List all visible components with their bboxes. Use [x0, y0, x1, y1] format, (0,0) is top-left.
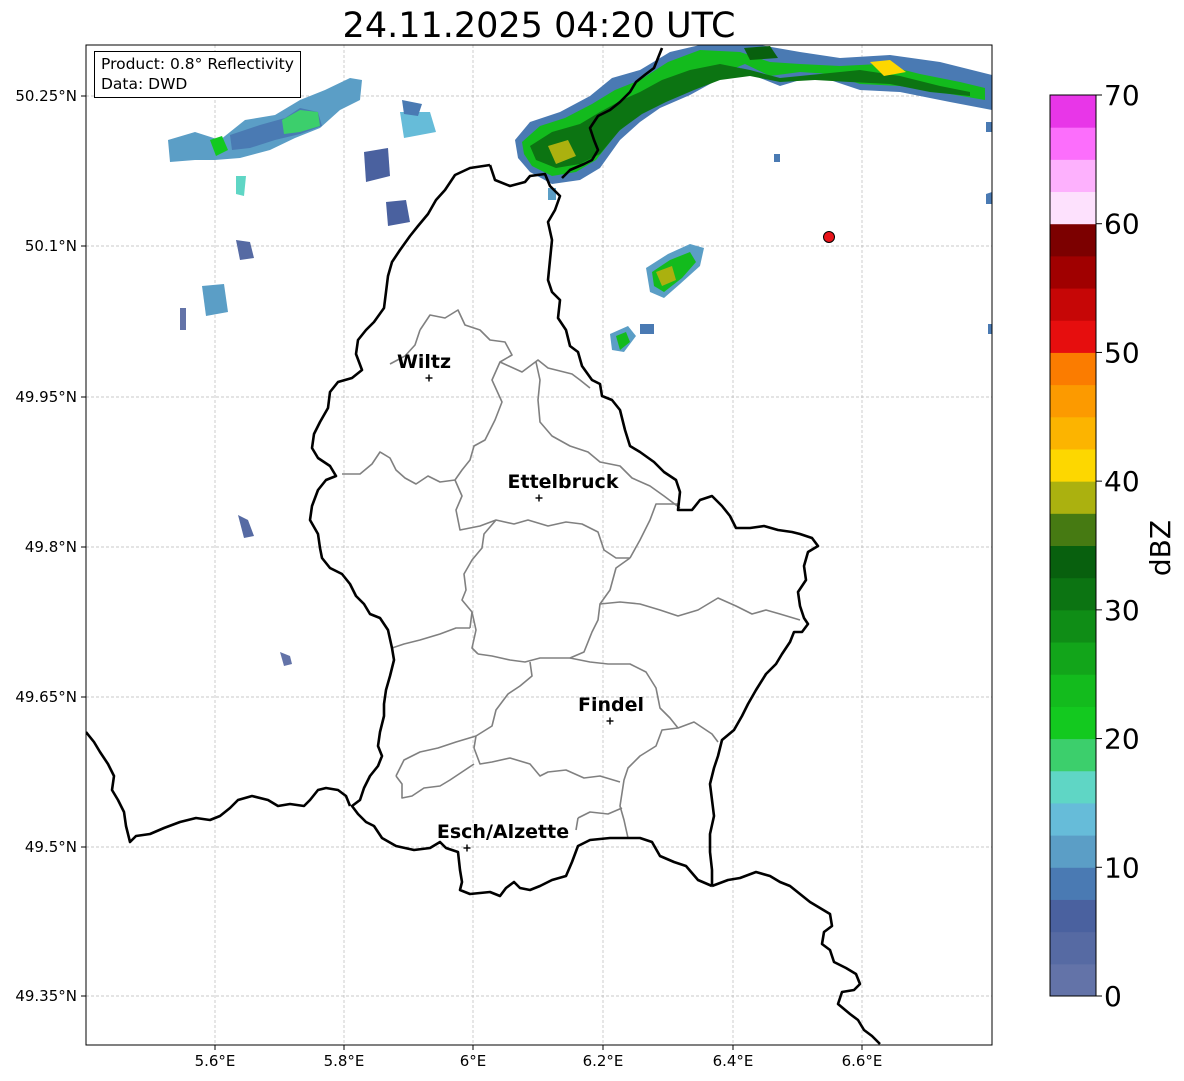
map-frame	[85, 44, 993, 1046]
city-label: Esch/Alzette	[437, 821, 569, 843]
lon-tick-label: 6.4°E	[713, 1052, 754, 1070]
product-label: Product: 0.8° Reflectivity	[101, 55, 294, 73]
radar-map[interactable]: WiltzEttelbruckFindelEsch/Alzette 5.6°E 5…	[0, 0, 1184, 1081]
map-axis-ticks: 5.6°E 5.8°E 6°E 6.2°E 6.4°E 6.6°E 50.25°N 50.1°…	[15, 87, 882, 1070]
lat-tick-label: 49.8°N	[25, 538, 77, 556]
lat-tick-label: 49.65°N	[15, 688, 77, 706]
city-label: Ettelbruck	[508, 471, 619, 493]
lat-tick-label: 49.35°N	[15, 987, 77, 1005]
city-findel[interactable]: Findel	[578, 694, 644, 725]
lat-tick-label: 50.1°N	[25, 237, 77, 255]
gridlines	[86, 45, 992, 1045]
lon-tick-label: 5.6°E	[195, 1052, 236, 1070]
lat-tick-label: 49.5°N	[25, 838, 77, 856]
echo-cluster-northwest	[168, 78, 436, 666]
city-ettelbruck[interactable]: Ettelbruck	[508, 471, 619, 502]
lon-tick-label: 5.8°E	[324, 1052, 365, 1070]
city-label: Wiltz	[397, 351, 451, 373]
lat-tick-label: 50.25°N	[15, 87, 77, 105]
lon-tick-label: 6.2°E	[583, 1052, 624, 1070]
data-source-label: Data: DWD	[101, 75, 188, 93]
lon-tick-label: 6.6°E	[842, 1052, 883, 1070]
canton-boundaries	[342, 309, 801, 839]
city-label: Findel	[578, 694, 644, 716]
radar-site-marker[interactable]	[823, 231, 835, 243]
city-wiltz[interactable]: Wiltz	[397, 351, 451, 382]
city-markers: Wiltz Ettelbruck Findel Esch/Alzette	[397, 351, 644, 852]
product-info-box: Product: 0.8° Reflectivity Data: DWD	[94, 51, 301, 98]
echo-cluster-northeast	[515, 45, 992, 352]
lon-tick-label: 6°E	[460, 1052, 487, 1070]
lat-tick-label: 49.95°N	[15, 388, 77, 406]
